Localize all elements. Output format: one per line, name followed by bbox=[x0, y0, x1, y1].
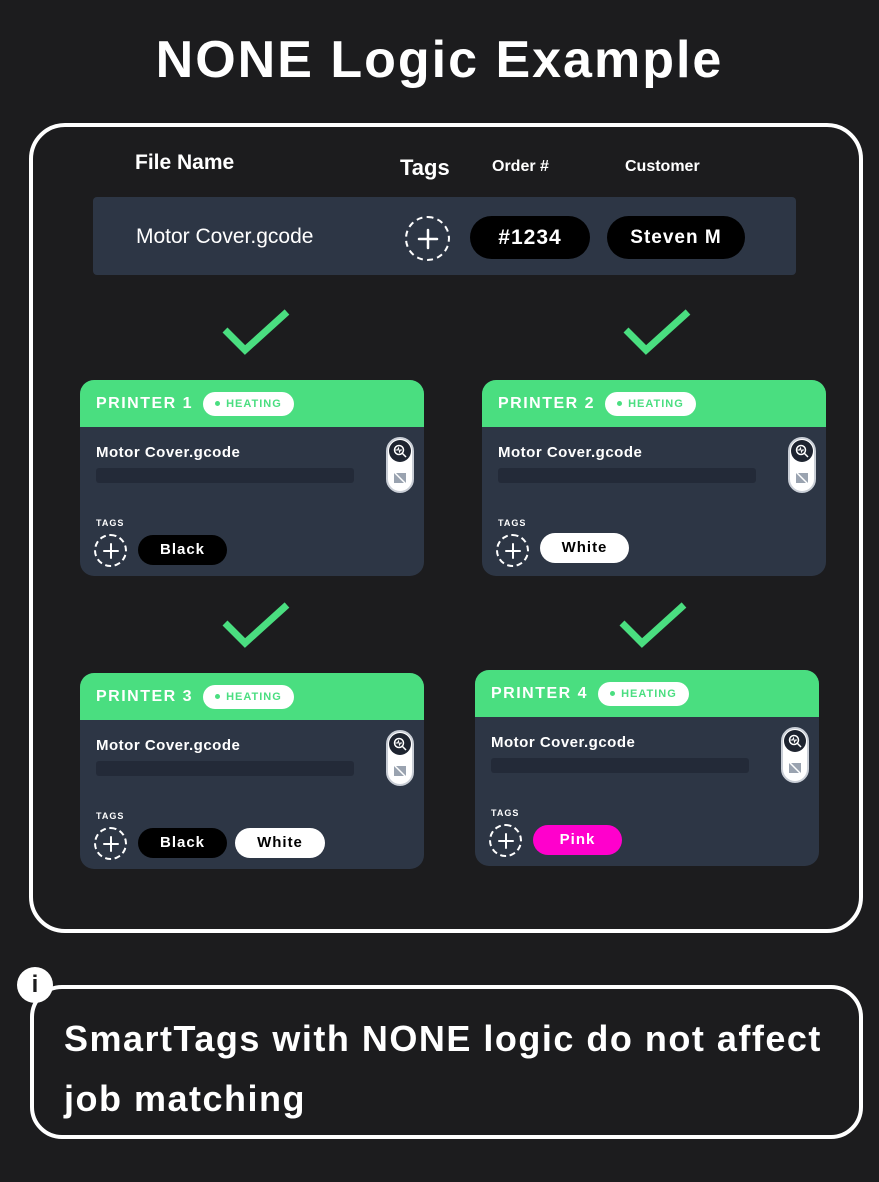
checkmark-icon bbox=[222, 602, 290, 648]
printer-card[interactable]: PRINTER 4 HEATING Motor Cover.gcode TAGS… bbox=[475, 670, 819, 866]
add-tag-button[interactable] bbox=[405, 216, 450, 261]
plus-icon bbox=[102, 542, 119, 559]
order-tag: #1234 bbox=[470, 216, 590, 259]
monitor-search-icon bbox=[791, 440, 813, 462]
info-note-text: SmartTags with NONE logic do not affect … bbox=[64, 1018, 822, 1119]
column-header-tags: Tags bbox=[400, 155, 450, 180]
status-badge: HEATING bbox=[203, 684, 294, 709]
plus-icon bbox=[102, 835, 119, 852]
tags-label: TAGS bbox=[491, 808, 520, 818]
printer-name: PRINTER 1 bbox=[96, 394, 194, 412]
monitor-search-icon bbox=[389, 733, 411, 755]
printer-name: PRINTER 4 bbox=[491, 684, 589, 702]
progress-bar bbox=[96, 468, 354, 483]
info-note: SmartTags with NONE logic do not affect … bbox=[30, 985, 863, 1139]
checkmark-icon bbox=[619, 602, 687, 648]
camera-off-icon bbox=[788, 761, 802, 775]
printer-card-header: PRINTER 3 HEATING bbox=[80, 673, 424, 720]
status-badge: HEATING bbox=[605, 391, 696, 416]
progress-bar bbox=[491, 758, 749, 773]
plus-icon bbox=[504, 542, 521, 559]
file-name: Motor Cover.gcode bbox=[136, 225, 314, 248]
customer-tag: Steven M bbox=[607, 216, 745, 259]
camera-off-icon bbox=[393, 471, 407, 485]
progress-bar bbox=[498, 468, 756, 483]
status-dot-icon bbox=[215, 401, 221, 406]
status-badge: HEATING bbox=[203, 391, 294, 416]
column-header-customer: Customer bbox=[625, 158, 700, 175]
view-toggle[interactable] bbox=[788, 437, 816, 493]
camera-off-icon bbox=[795, 471, 809, 485]
tag-chip[interactable]: Pink bbox=[533, 825, 622, 855]
plus-icon bbox=[417, 228, 438, 249]
printer-card[interactable]: PRINTER 3 HEATING Motor Cover.gcode TAGS… bbox=[80, 673, 424, 869]
job-file-name: Motor Cover.gcode bbox=[491, 734, 636, 751]
printer-card-header: PRINTER 4 HEATING bbox=[475, 670, 819, 717]
camera-off-icon bbox=[393, 764, 407, 778]
column-header-order: Order # bbox=[492, 158, 549, 175]
view-toggle[interactable] bbox=[386, 730, 414, 786]
tag-chip[interactable]: Black bbox=[138, 535, 227, 565]
printer-card[interactable]: PRINTER 2 HEATING Motor Cover.gcode TAGS… bbox=[482, 380, 826, 576]
add-tag-button[interactable] bbox=[94, 827, 127, 860]
job-file-name: Motor Cover.gcode bbox=[498, 444, 643, 461]
add-tag-button[interactable] bbox=[496, 534, 529, 567]
checkmark-icon bbox=[222, 309, 290, 355]
job-file-name: Motor Cover.gcode bbox=[96, 444, 241, 461]
status-dot-icon bbox=[617, 401, 623, 406]
printer-card-header: PRINTER 2 HEATING bbox=[482, 380, 826, 427]
printer-name: PRINTER 2 bbox=[498, 394, 596, 412]
view-toggle[interactable] bbox=[781, 727, 809, 783]
info-icon: i bbox=[17, 967, 53, 1003]
status-dot-icon bbox=[610, 691, 616, 696]
printer-name: PRINTER 3 bbox=[96, 687, 194, 705]
job-file-name: Motor Cover.gcode bbox=[96, 737, 241, 754]
printer-card-header: PRINTER 1 HEATING bbox=[80, 380, 424, 427]
printer-card[interactable]: PRINTER 1 HEATING Motor Cover.gcode TAGS… bbox=[80, 380, 424, 576]
status-label: HEATING bbox=[621, 687, 677, 700]
progress-bar bbox=[96, 761, 354, 776]
monitor-search-icon bbox=[784, 730, 806, 752]
status-badge: HEATING bbox=[598, 681, 689, 706]
view-toggle[interactable] bbox=[386, 437, 414, 493]
tags-label: TAGS bbox=[96, 518, 125, 528]
file-row: Motor Cover.gcode #1234 Steven M bbox=[93, 197, 796, 275]
tags-label: TAGS bbox=[498, 518, 527, 528]
monitor-search-icon bbox=[389, 440, 411, 462]
status-label: HEATING bbox=[628, 397, 684, 410]
tag-chip[interactable]: White bbox=[540, 533, 629, 563]
add-tag-button[interactable] bbox=[489, 824, 522, 857]
tag-chip[interactable]: White bbox=[235, 828, 325, 858]
add-tag-button[interactable] bbox=[94, 534, 127, 567]
checkmark-icon bbox=[623, 309, 691, 355]
column-header-file-name: File Name bbox=[135, 151, 235, 174]
page-title: NONE Logic Example bbox=[155, 31, 724, 89]
status-label: HEATING bbox=[226, 690, 282, 703]
status-label: HEATING bbox=[226, 397, 282, 410]
tags-label: TAGS bbox=[96, 811, 125, 821]
plus-icon bbox=[497, 832, 514, 849]
tag-chip[interactable]: Black bbox=[138, 828, 227, 858]
status-dot-icon bbox=[215, 694, 221, 699]
